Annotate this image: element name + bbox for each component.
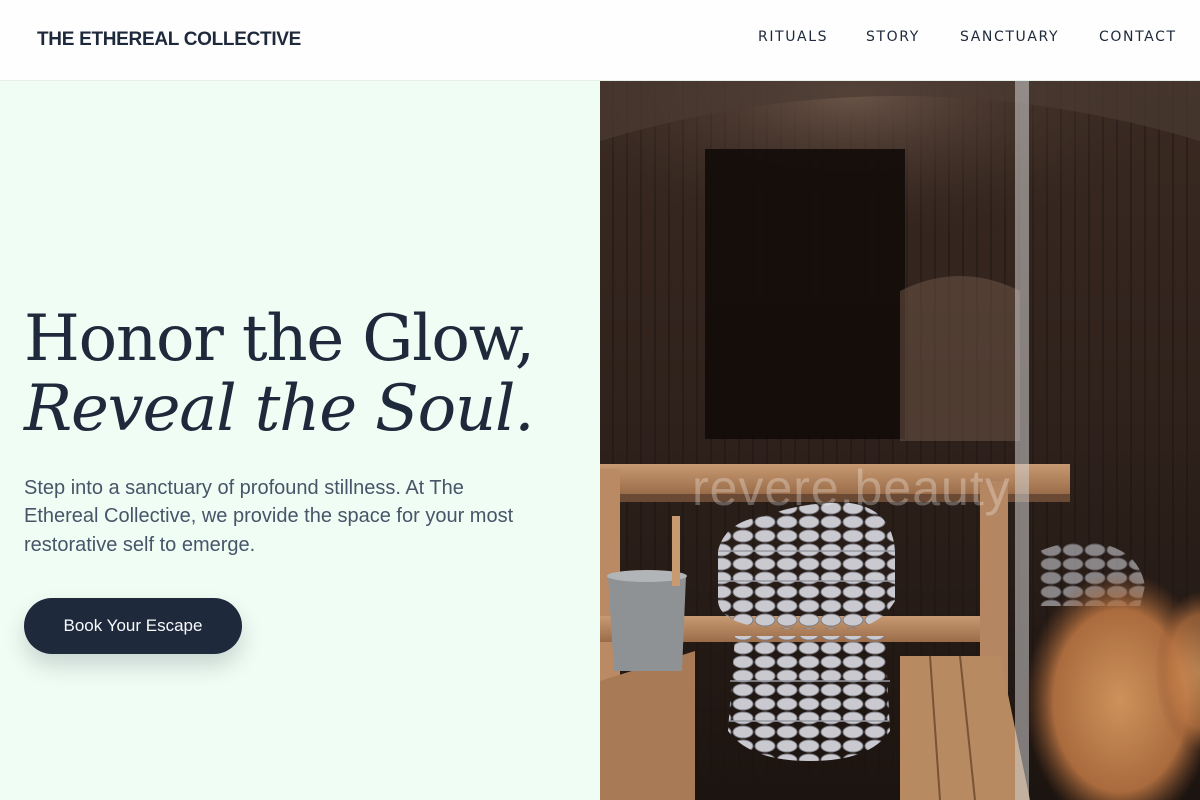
- nav-sanctuary[interactable]: SANCTUARY: [960, 29, 1059, 45]
- hero-image: revere.beauty: [600, 81, 1200, 800]
- nav-contact[interactable]: CONTACT: [1099, 29, 1177, 45]
- sauna-photo: [600, 81, 1200, 800]
- nav-rituals[interactable]: RITUALS: [758, 29, 828, 45]
- hero-intro: Step into a sanctuary of profound stilln…: [24, 477, 514, 556]
- hero-headline: Honor the Glow, Reveal the Soul.: [24, 304, 594, 444]
- headline-line-2: Reveal the Soul.: [24, 372, 535, 446]
- main-nav: RITUALS STORY SANCTUARY CONTACT: [0, 29, 1200, 49]
- headline-line-1: Honor the Glow,: [24, 302, 535, 376]
- book-escape-button[interactable]: Book Your Escape: [24, 598, 242, 654]
- nav-story[interactable]: STORY: [866, 29, 920, 45]
- image-watermark: revere.beauty: [692, 460, 1011, 516]
- site-header: THE ETHEREAL COLLECTIVE RITUALS STORY SA…: [0, 0, 1200, 81]
